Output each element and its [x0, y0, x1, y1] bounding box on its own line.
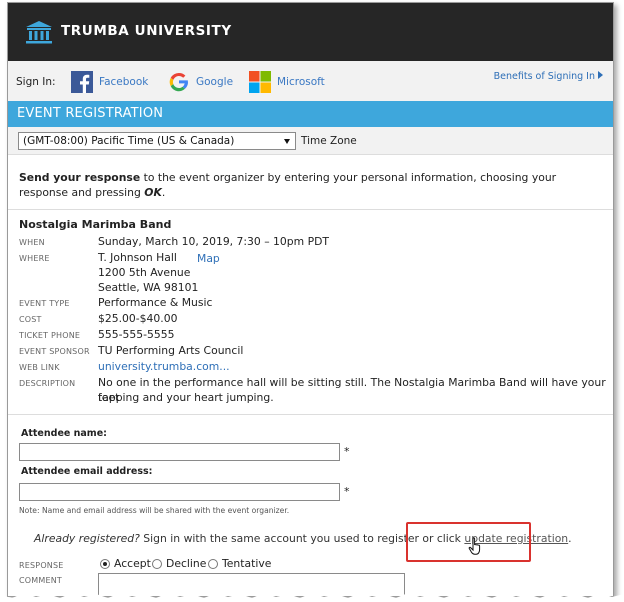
response-tentative-label: Tentative — [222, 557, 272, 570]
event-registration-title-bar: EVENT REGISTRATION — [8, 101, 613, 127]
cost-label: COST — [19, 315, 42, 324]
divider — [8, 209, 613, 210]
radio-selected-icon — [100, 558, 110, 569]
timezone-select[interactable]: (GMT-08:00) Pacific Time (US & Canada) — [18, 132, 296, 150]
when-value: Sunday, March 10, 2019, 7:30 – 10pm PDT — [98, 235, 330, 248]
attendee-name-input[interactable] — [19, 443, 340, 461]
attendee-name-label: Attendee name: — [21, 428, 107, 439]
map-link[interactable]: Map — [197, 252, 220, 265]
attendee-email-label: Attendee email address: — [21, 466, 153, 477]
event-title: Nostalgia Marimba Band — [19, 218, 172, 231]
google-label: Google — [196, 76, 234, 88]
microsoft-sign-in-button[interactable]: Microsoft — [249, 70, 325, 94]
timezone-label: Time Zone — [301, 135, 357, 147]
response-accept-radio[interactable]: Accept — [100, 557, 151, 570]
page-frame: TRUMBA UNIVERSITY Sign In: Facebook Goog… — [7, 2, 614, 597]
sign-in-bar: Sign In: Facebook Google Microsoft Benef… — [8, 61, 613, 101]
radio-unselected-icon — [208, 558, 218, 569]
radio-unselected-icon — [152, 558, 162, 569]
divider — [8, 414, 613, 415]
facebook-sign-in-button[interactable]: Facebook — [71, 70, 148, 94]
already-registered-question: Already registered? — [34, 532, 140, 545]
response-accept-label: Accept — [114, 557, 151, 570]
brand-name[interactable]: TRUMBA UNIVERSITY — [61, 23, 232, 39]
web-link[interactable]: university.trumba.com... — [98, 359, 230, 374]
timezone-value: (GMT-08:00) Pacific Time (US & Canada) — [23, 135, 235, 147]
dropdown-arrow-icon — [284, 139, 290, 144]
response-decline-radio[interactable]: Decline — [152, 557, 206, 570]
where-line-3: Seattle, WA 98101 — [98, 281, 199, 294]
event-type-value: Performance & Music — [98, 296, 213, 309]
required-marker: * — [344, 485, 350, 498]
when-label: WHEN — [19, 238, 45, 247]
response-tentative-radio[interactable]: Tentative — [208, 557, 271, 570]
description-label: DESCRIPTION — [19, 379, 76, 388]
torn-edge-decoration — [0, 593, 624, 602]
university-building-icon — [26, 21, 52, 44]
web-link-label: WEB LINK — [19, 363, 60, 372]
comment-label: COMMENT — [19, 576, 63, 585]
where-line-1: T. Johnson Hall — [98, 251, 177, 264]
site-header: TRUMBA UNIVERSITY — [8, 3, 613, 61]
event-sponsor-value: TU Performing Arts Council — [98, 344, 244, 357]
instruction-end: . — [161, 186, 166, 199]
already-registered-end: . — [568, 532, 572, 545]
timezone-row: (GMT-08:00) Pacific Time (US & Canada) T… — [8, 127, 613, 155]
event-type-label: EVENT TYPE — [19, 299, 70, 308]
description-line-2: tapping and your heart jumping. — [98, 391, 274, 404]
where-label: WHERE — [19, 254, 50, 263]
event-sponsor-label: EVENT SPONSOR — [19, 347, 90, 356]
facebook-label: Facebook — [99, 76, 149, 88]
instruction-text: Send your response to the event organize… — [19, 170, 599, 200]
attendee-email-input[interactable] — [19, 483, 340, 501]
ticket-phone-value: 555-555-5555 — [98, 328, 175, 341]
facebook-icon — [71, 71, 93, 93]
required-marker: * — [344, 445, 350, 458]
benefits-label: Benefits of Signing In — [493, 71, 595, 82]
where-line-2: 1200 5th Avenue — [98, 266, 191, 279]
privacy-note: Note: Name and email address will be sha… — [19, 506, 290, 515]
sign-in-label: Sign In: — [16, 76, 56, 88]
google-sign-in-button[interactable]: Google — [168, 70, 233, 94]
microsoft-icon — [249, 71, 271, 93]
hand-pointer-cursor-icon — [468, 537, 481, 555]
instruction-bold: Send your response — [19, 171, 141, 184]
caret-right-icon — [598, 71, 603, 79]
instruction-ok: OK — [144, 186, 162, 199]
response-label: RESPONSE — [19, 561, 64, 570]
cost-value: $25.00-$40.00 — [98, 312, 178, 325]
ticket-phone-label: TICKET PHONE — [19, 331, 81, 340]
microsoft-label: Microsoft — [277, 76, 325, 88]
google-icon — [169, 72, 188, 92]
benefits-of-signing-in-link[interactable]: Benefits of Signing In — [494, 71, 603, 82]
response-decline-label: Decline — [166, 557, 207, 570]
